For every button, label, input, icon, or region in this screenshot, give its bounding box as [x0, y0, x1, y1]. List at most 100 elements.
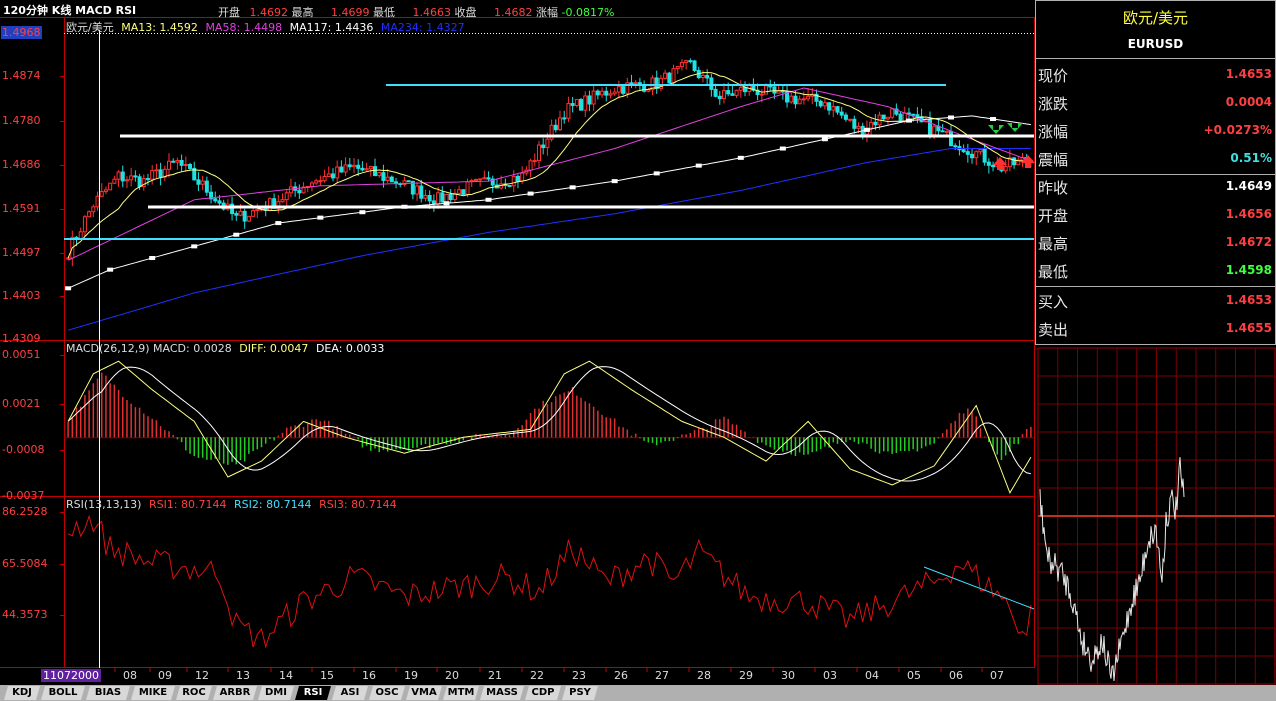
- candle-body: [608, 93, 613, 96]
- candle-body: [431, 200, 436, 205]
- candle-body: [768, 85, 773, 88]
- macd-y-tick: -0.0008: [2, 443, 45, 456]
- candle-body: [280, 199, 285, 203]
- quote-label: 涨幅: [1038, 123, 1069, 141]
- tab-bias[interactable]: BIAS: [86, 686, 130, 700]
- close-value: 1.4682: [494, 6, 533, 19]
- candle-body: [137, 176, 142, 188]
- candle-body: [675, 66, 680, 70]
- cursor-date-label: 11072000: [41, 669, 101, 682]
- x-date-tick: 30: [781, 669, 795, 682]
- candle-body: [213, 198, 218, 202]
- candle-body: [330, 173, 335, 179]
- tab-osc[interactable]: OSC: [369, 686, 405, 700]
- ma117-marker: [653, 171, 660, 176]
- candle-body: [974, 151, 979, 159]
- candle-body: [66, 257, 71, 260]
- candle-body: [95, 195, 100, 208]
- candle-body: [764, 85, 769, 95]
- candle-body: [486, 177, 491, 180]
- tab-arbr[interactable]: ARBR: [213, 686, 257, 700]
- candle-body: [982, 148, 987, 163]
- candle-body: [793, 95, 798, 105]
- candle-body: [415, 185, 420, 195]
- candle-body: [267, 198, 272, 211]
- candle-body: [932, 125, 937, 136]
- candle-body: [911, 113, 916, 116]
- candle-body: [940, 130, 945, 133]
- x-date-tick: 07: [990, 669, 1004, 682]
- ma117-marker: [485, 197, 492, 202]
- candle-body: [200, 180, 205, 185]
- quote-row: 卖出 1.4655: [1036, 316, 1275, 340]
- quote-row: 涨跌 0.0004: [1036, 90, 1275, 114]
- quote-label: 开盘: [1038, 207, 1069, 225]
- candle-body: [175, 159, 180, 163]
- candle-body: [873, 121, 878, 126]
- candle-body: [465, 181, 470, 195]
- ma234-legend: MA234: 1.4327: [380, 21, 465, 34]
- tab-rsi[interactable]: RSI: [295, 686, 331, 700]
- candle-body: [991, 164, 996, 168]
- quote-label: 卖出: [1038, 321, 1069, 339]
- candle-body: [944, 130, 949, 133]
- tab-boll[interactable]: BOLL: [41, 686, 85, 700]
- x-date-tick: 23: [572, 669, 586, 682]
- quote-row: 涨幅 +0.0273%: [1036, 118, 1275, 142]
- candle-body: [949, 130, 954, 147]
- rsi-y-tick: 65.5084: [2, 557, 48, 570]
- tab-vma[interactable]: VMA: [406, 686, 442, 700]
- ma117-marker: [779, 146, 786, 151]
- x-date-tick: 04: [865, 669, 879, 682]
- tab-cdp[interactable]: CDP: [525, 686, 561, 700]
- candle-body: [772, 86, 777, 94]
- candle-body: [587, 95, 592, 105]
- candle-body: [360, 167, 365, 171]
- macd-dea-line: [67, 366, 1032, 482]
- candle-body: [318, 180, 323, 183]
- candle-body: [389, 176, 394, 183]
- quote-label: 最高: [1038, 235, 1069, 253]
- ma117-marker: [527, 191, 534, 196]
- candle-body: [297, 189, 302, 194]
- candle-body: [473, 179, 478, 182]
- ma117-marker: [737, 155, 744, 160]
- tab-mtm[interactable]: MTM: [443, 686, 479, 700]
- candle-body: [373, 166, 378, 177]
- candle-body: [902, 112, 907, 122]
- candle-body: [511, 175, 516, 187]
- candle-body: [835, 106, 840, 113]
- x-date-tick: 28: [697, 669, 711, 682]
- quote-value: 1.4655: [1225, 321, 1272, 335]
- tab-asi[interactable]: ASI: [332, 686, 368, 700]
- candle-body: [238, 210, 243, 216]
- tab-psy[interactable]: PSY: [562, 686, 598, 700]
- quote-panel: 欧元/美元 EURUSD 现价 1.4653 涨跌 0.0004 涨幅 +0.0273% 震…: [1035, 0, 1276, 345]
- ma117-marker: [317, 215, 324, 220]
- candle-body: [978, 148, 983, 153]
- ma117-marker: [191, 244, 198, 249]
- candle-body: [692, 60, 697, 71]
- tab-roc[interactable]: ROC: [176, 686, 212, 700]
- candle-body: [532, 160, 537, 163]
- candle-body: [801, 98, 806, 101]
- candle-body: [616, 86, 621, 93]
- tab-mass[interactable]: MASS: [480, 686, 524, 700]
- ma117-marker: [359, 210, 366, 215]
- open-value: 1.4692: [249, 6, 289, 19]
- symbol-legend: 欧元/美元: [66, 21, 114, 34]
- ma58-legend: MA58: 1.4498: [205, 21, 283, 34]
- tab-kdj[interactable]: KDJ: [4, 686, 40, 700]
- ma117-line: [67, 115, 1031, 289]
- candle-body: [158, 169, 163, 178]
- candle-body: [351, 164, 356, 168]
- candle-body: [915, 114, 920, 118]
- tab-mike[interactable]: MIKE: [131, 686, 175, 700]
- quote-value: 0.0004: [1225, 95, 1272, 109]
- candle-body: [78, 231, 83, 239]
- price-y-tick: 1.4874: [2, 69, 41, 82]
- tab-dmi[interactable]: DMI: [258, 686, 294, 700]
- quote-label: 买入: [1038, 293, 1069, 311]
- macd-y-tick: 0.0021: [2, 397, 41, 410]
- quote-row: 开盘 1.4656: [1036, 202, 1275, 226]
